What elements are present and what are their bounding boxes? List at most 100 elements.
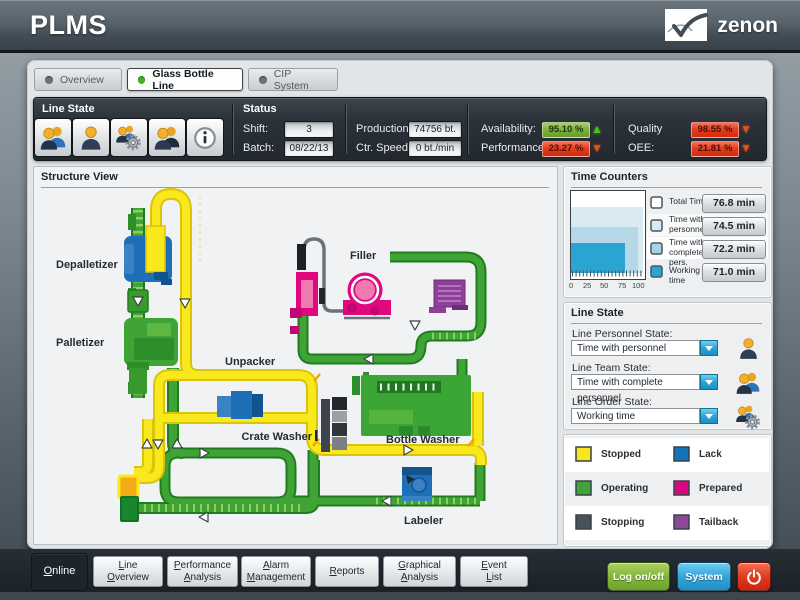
nav-tab-online[interactable]: Online [31,553,88,591]
quality-badge: 98.55 % [691,122,739,138]
quality-label: Quality [628,123,662,135]
checkbox-total-time[interactable] [650,196,663,209]
label-labeler: Labeler [404,515,444,527]
nav-tab-reports[interactable]: Reports [315,556,379,587]
line-order-state-label: Line Order State: [572,396,652,408]
axis-tick-label: 100 [632,281,645,290]
divider [571,323,762,324]
bar-working-time [571,243,625,273]
divider [614,104,615,154]
legend-swatch-stopped [575,446,592,462]
oee-label: OEE: [628,142,654,154]
legend-label-tailback: Tailback [699,517,738,528]
shift-label: Shift: [243,123,268,135]
machine-unpacker[interactable] [217,391,263,419]
time-complete-pers-value[interactable]: 72.2 min [702,240,766,259]
production-value-field[interactable]: 74756 bt. [408,121,462,138]
shift-value-field[interactable]: 3 [284,121,334,138]
nav-tab-label: Management [247,572,305,584]
power-button[interactable] [737,562,771,591]
legend-swatch-prepared [673,480,690,496]
line-team-state-label: Line Team State: [572,362,651,374]
app-title: PLMS [30,10,107,41]
axis-tick-label: 75 [618,281,626,290]
nav-tab-graphical-analysis[interactable]: Graphical Analysis [383,556,456,587]
nav-tab-label: Line [119,560,138,572]
tab-status-dot [138,76,145,84]
line-order-state-dropdown-button[interactable] [700,408,718,424]
label-filler: Filler [350,250,377,262]
line-personnel-state-label: Line Personnel State: [572,328,672,340]
conveyor-end-station[interactable] [121,497,138,521]
info-button[interactable] [186,118,224,157]
time-counters-title: Time Counters [571,171,648,183]
nav-tab-line-overview[interactable]: Line Overview [93,556,163,587]
line-state-two-persons-button[interactable] [34,118,72,157]
legend-swatch-lack [673,446,690,462]
divider [468,104,469,154]
nav-tab-label: Performance [174,560,231,572]
trend-down-icon: ▼ [590,141,604,155]
label-depalletizer: Depalletizer [56,259,118,271]
legend-row [564,438,769,472]
legend-swatch-stopping [575,514,592,530]
nav-tab-label: Alarm [263,560,289,572]
legend-label-operating: Operating [601,483,648,494]
working-time-value[interactable]: 71.0 min [702,263,766,282]
nav-tab-label: Analysis [401,572,438,584]
checkbox-working-time[interactable] [650,265,663,278]
status-bar: Line State Status Shift: 3 Batch: 08/22/… [33,97,767,161]
log-on-off-button[interactable]: Log on/off [607,562,670,591]
batch-value-field[interactable]: 08/22/13 [284,140,334,157]
zenon-logo: zenon [665,9,778,41]
line-order-state-select[interactable]: Working time [571,408,700,424]
nav-tab-label: Online [44,565,76,578]
production-label: Production: [356,123,412,135]
nav-tab-label: Analysis [184,572,221,584]
machine-labeler[interactable] [402,467,432,501]
divider [571,187,762,188]
trend-down-icon: ▼ [739,122,753,136]
label-crate-washer: Crate Washer [241,431,312,443]
performance-badge: 23.27 % [542,141,590,157]
trend-up-icon: ▲ [590,122,604,136]
time-counters-chart [570,190,646,280]
nav-tab-alarm-management[interactable]: Alarm Management [241,556,311,587]
nav-tab-label: List [486,572,502,584]
line-state-two-persons-dark-button[interactable] [148,118,186,157]
line-state-panel-title: Line State [571,307,624,319]
info-icon [192,125,218,151]
line-team-state-dropdown-button[interactable] [700,374,718,390]
zenon-check-icon [665,9,711,41]
brand-text: zenon [717,11,778,41]
performance-label: Performance: [481,142,547,154]
line-team-state-select[interactable]: Time with complete personnel [571,374,700,390]
checkbox-time-complete-pers[interactable] [650,242,663,255]
tab-label: CIP System [274,68,327,92]
legend-swatch-tailback [673,514,690,530]
legend-swatch-operating [575,480,592,496]
line-state-persons-gear-button[interactable] [110,118,148,157]
persons-gear-icon [735,404,762,431]
buffer-station[interactable] [119,476,138,498]
line-state-person-button[interactable] [72,118,110,157]
nav-tab-label: Graphical [398,560,441,572]
checkbox-time-with-personnel[interactable] [650,219,663,232]
ctr-speed-value-field[interactable]: 0 bt./min [408,140,462,157]
machine-bottle-washer[interactable] [352,372,471,436]
chevron-down-icon [705,414,713,419]
total-time-value[interactable]: 76.8 min [702,194,766,213]
tab-glass-bottle-line[interactable]: Glass Bottle Line [127,68,243,91]
tab-cip-system[interactable]: CIP System [248,68,338,91]
status-section-title: Status [243,103,277,115]
person-icon [736,336,761,361]
line-personnel-state-dropdown-button[interactable] [700,340,718,356]
system-button[interactable]: System [677,562,731,591]
tab-overview[interactable]: Overview [34,68,122,91]
nav-tab-event-list[interactable]: Event List [460,556,528,587]
nav-tab-performance-analysis[interactable]: Performance Analysis [167,556,238,587]
batch-label: Batch: [243,142,274,154]
line-personnel-state-select[interactable]: Time with personnel [571,340,700,356]
time-with-personnel-value[interactable]: 74.5 min [702,217,766,236]
machine-purple[interactable] [429,280,468,313]
